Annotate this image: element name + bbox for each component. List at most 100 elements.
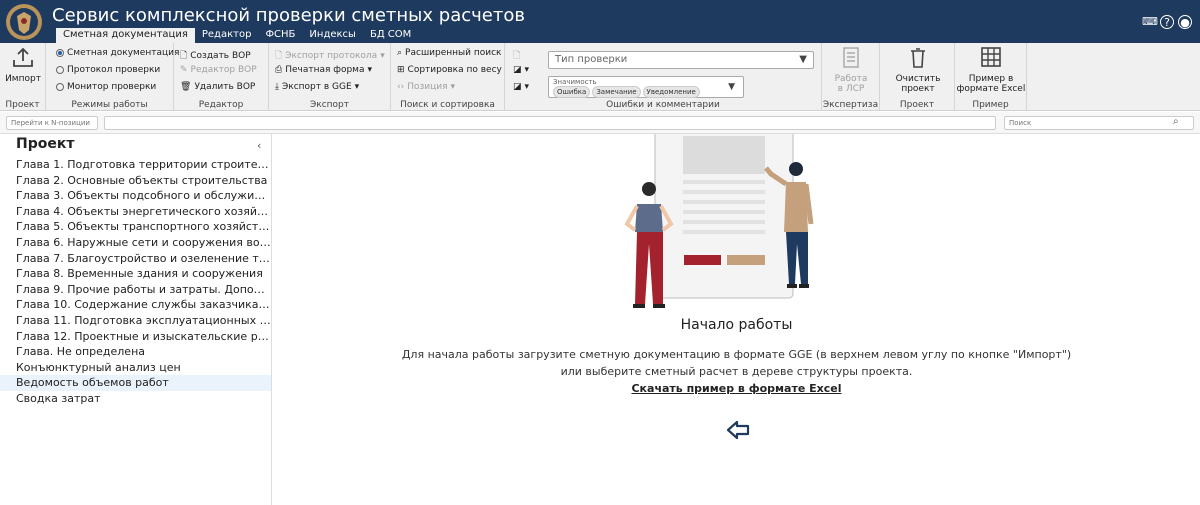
grid-icon (981, 47, 1001, 67)
tree-item[interactable]: Глава 11. Подготовка эксплуатационных ка… (0, 313, 271, 329)
group-example: Пример в формате Excel Пример (955, 43, 1027, 111)
group-search: ⌕ Расширенный поиск ⊞ Сортировка по весу ‹… (391, 43, 505, 111)
severity-chip-remark[interactable]: Замечание (592, 86, 641, 98)
tree-item[interactable]: Глава 4. Объекты энергетического хозяйст… (0, 204, 271, 220)
export-gge-button[interactable]: ⤓ Экспорт в GGE ▾ (275, 82, 359, 92)
document-list-icon (843, 47, 859, 68)
start-title: Начало работы (680, 317, 793, 333)
radio-icon (56, 66, 64, 74)
ribbon: Импорт Проект Сметная документация Прото… (0, 43, 1200, 111)
chevron-down-icon: ▾ (380, 51, 385, 61)
tree-item[interactable]: Глава 9. Прочие работы и затраты. Дополн… (0, 282, 271, 298)
main-content: Начало работы Для начала работы загрузит… (273, 134, 1200, 505)
print-form-button[interactable]: ⎙ Печатная форма ▾ (275, 65, 372, 75)
radio-icon (56, 83, 64, 91)
highlight-color-button[interactable]: ◪ ▾ (513, 82, 529, 92)
user-icon[interactable]: ● (1178, 15, 1192, 29)
help-icon[interactable]: ? (1160, 15, 1174, 29)
tree-item[interactable]: Глава 7. Благоустройство и озеленение те… (0, 251, 271, 267)
tree-item-selected[interactable]: Ведомость объемов работ (0, 375, 271, 391)
mode-estimate-docs[interactable]: Сметная документация (56, 48, 179, 58)
paint-bucket-icon: ◪ (513, 82, 522, 92)
top-right-icons: ⌨ ? ● (1142, 15, 1192, 29)
delete-vor-button[interactable]: 🗑 Удалить ВОР (180, 82, 255, 92)
group-errors: 🗋 ◪ ▾ ◪ ▾ Тип проверки ▼ Значимость Ошибка… (505, 43, 822, 111)
tree-item[interactable]: Глава 2. Основные объекты строительства (0, 173, 271, 189)
app-title: Сервис комплексной проверки сметных расч… (52, 5, 525, 26)
tree-item[interactable]: Конъюнктурный анализ цен (0, 360, 271, 376)
sort-by-weight-button[interactable]: ⊞ Сортировка по весу (397, 65, 502, 75)
tree-item[interactable]: Глава 1. Подготовка территории строитель… (0, 157, 271, 173)
example-excel-button[interactable]: Пример в формате Excel (956, 47, 1026, 94)
search-icon[interactable]: ⌕ (1173, 116, 1179, 127)
tree-item[interactable]: Глава. Не определена (0, 344, 271, 360)
severity-chip-notification[interactable]: Уведомление (642, 86, 700, 98)
position-button[interactable]: ‹› Позиция ▾ (397, 82, 455, 92)
group-editor: 🗋 Создать ВОР ✎ Редактор ВОР 🗑 Удалить ВОР … (174, 43, 269, 111)
illustration-people-document (624, 134, 814, 308)
chevron-down-icon: ▾ (524, 65, 530, 75)
project-sidebar: Проект ‹ Глава 1. Подготовка территории … (0, 134, 272, 505)
caret-down-icon: ▼ (728, 82, 735, 92)
document-tool-button[interactable]: 🗋 (513, 48, 520, 64)
mode-check-protocol[interactable]: Протокол проверки (56, 65, 160, 75)
check-type-select[interactable]: Тип проверки ▼ (548, 51, 814, 69)
tab-estimate-docs[interactable]: Сметная документация (56, 28, 195, 43)
pencil-icon: ✎ (180, 65, 188, 75)
export-protocol-button[interactable]: 🗋 Экспорт протокола ▾ (275, 48, 385, 64)
group-expertise: Работа в ЛСР Экспертиза (822, 43, 880, 111)
severity-select[interactable]: Значимость Ошибка Замечание Уведомление ▼ (548, 76, 744, 98)
tree-item[interactable]: Глава 8. Временные здания и сооружения (0, 266, 271, 282)
upload-icon (13, 47, 33, 67)
chevron-down-icon: ▾ (524, 82, 530, 92)
trash-icon (911, 48, 925, 68)
search-input[interactable] (1004, 116, 1194, 130)
printer-icon: ⎙ (275, 65, 283, 75)
search-bar-row: ⌕ (0, 112, 1200, 134)
sort-icon: ⊞ (397, 65, 405, 75)
document-icon: 🗋 (275, 51, 283, 61)
keyboard-icon[interactable]: ⌨ (1142, 15, 1158, 29)
fill-color-button[interactable]: ◪ ▾ (513, 65, 529, 75)
tree-item[interactable]: Сводка затрат (0, 391, 271, 407)
download-example-excel-link[interactable]: Скачать пример в формате Excel (273, 382, 1200, 395)
tree-item[interactable]: Глава 5. Объекты транспортного хозяйства… (0, 219, 271, 235)
filter-input[interactable] (104, 116, 996, 130)
mode-check-monitor[interactable]: Монитор проверки (56, 82, 156, 92)
caret-down-icon: ▼ (799, 54, 807, 65)
group-project: Импорт Проект (0, 43, 46, 111)
start-description-line2: или выберите сметный расчет в дереве стр… (560, 365, 913, 378)
tab-editor[interactable]: Редактор (195, 28, 259, 43)
tree-item[interactable]: Глава 6. Наружные сети и сооружения водо… (0, 235, 271, 251)
collapse-chevron-icon[interactable]: ‹ (257, 139, 261, 152)
severity-chip-error[interactable]: Ошибка (553, 86, 591, 98)
group-project-clear: Очистить проект Проект (880, 43, 955, 111)
main-tabs: Сметная документация Редактор ФСНБ Индек… (56, 28, 418, 43)
import-button[interactable]: Импорт (4, 47, 42, 84)
start-description-line1: Для начала работы загрузите сметную доку… (401, 348, 1072, 361)
advanced-search-button[interactable]: ⌕ Расширенный поиск (397, 48, 501, 58)
work-in-lsr-button[interactable]: Работа в ЛСР (824, 47, 878, 94)
title-bar: Сервис комплексной проверки сметных расч… (0, 0, 1200, 43)
chevron-down-icon: ▾ (450, 82, 456, 92)
clear-project-button[interactable]: Очистить проект (888, 47, 948, 94)
sidebar-title: Проект (16, 136, 75, 152)
group-export: 🗋 Экспорт протокола ▾ ⎙ Печатная форма ▾ ⤓ Эк… (269, 43, 391, 111)
tree-item[interactable]: Глава 3. Объекты подсобного и обслуживаю… (0, 188, 271, 204)
tab-indexes[interactable]: Индексы (302, 28, 363, 43)
edit-vor-button[interactable]: ✎ Редактор ВОР (180, 65, 257, 75)
document-add-icon: 🗋 (180, 51, 188, 61)
trash-icon: 🗑 (180, 82, 192, 92)
project-tree: Глава 1. Подготовка территории строитель… (0, 157, 271, 407)
goto-position-input[interactable] (6, 116, 98, 130)
chevron-down-icon: ▾ (354, 82, 360, 92)
chevron-down-icon: ▾ (367, 65, 373, 75)
tab-db-som[interactable]: БД СОМ (363, 28, 418, 43)
download-icon: ⤓ (275, 82, 279, 92)
tree-item[interactable]: Глава 12. Проектные и изыскательские раб… (0, 329, 271, 345)
tree-item[interactable]: Глава 10. Содержание службы заказчиказас… (0, 297, 271, 313)
tab-fsnb[interactable]: ФСНБ (258, 28, 302, 43)
code-icon: ‹› (397, 82, 405, 92)
search-icon: ⌕ (397, 48, 403, 58)
create-vor-button[interactable]: 🗋 Создать ВОР (180, 48, 251, 64)
